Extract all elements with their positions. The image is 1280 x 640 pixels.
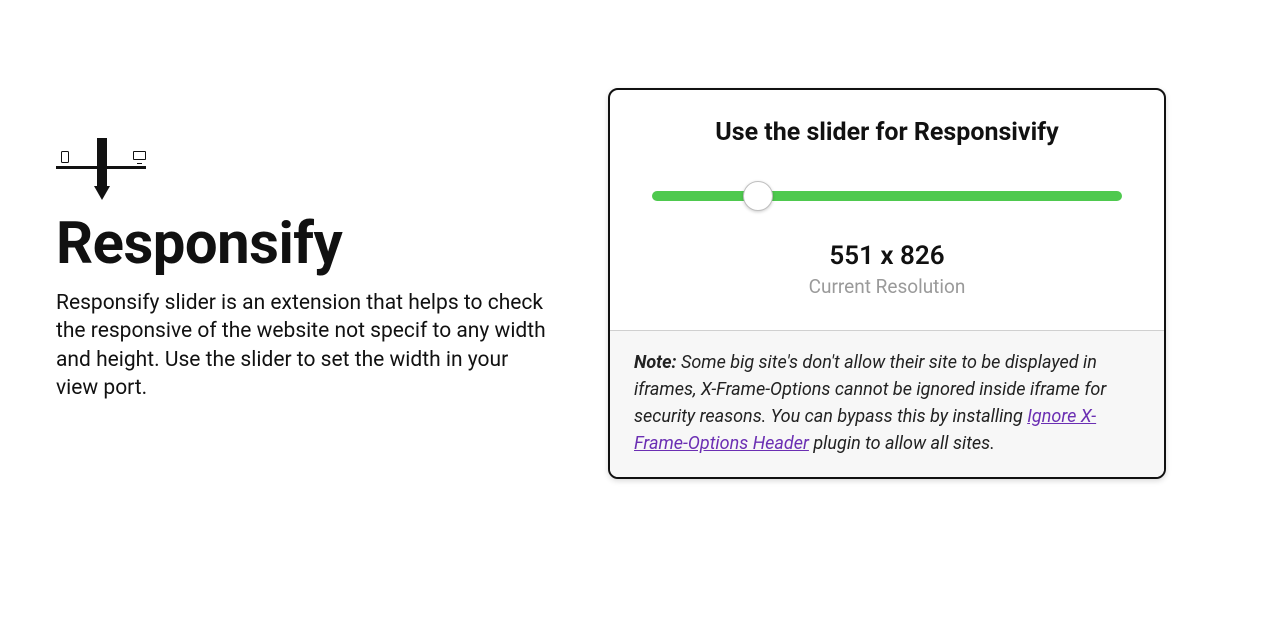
responsify-logo-icon xyxy=(56,130,146,206)
current-resolution-value: 551 x 826 xyxy=(644,241,1130,271)
current-resolution-label: Current Resolution xyxy=(644,275,1130,298)
width-slider[interactable] xyxy=(652,179,1122,211)
note-label: Note: xyxy=(634,352,677,373)
note-block: Note: Some big site's don't allow their … xyxy=(610,330,1164,477)
page-title: Responsify xyxy=(56,214,546,275)
note-text-after: plugin to allow all sites. xyxy=(809,433,995,454)
page-description: Responsify slider is an extension that h… xyxy=(56,289,546,402)
panel-title: Use the slider for Responsivify xyxy=(644,118,1130,147)
slider-thumb[interactable] xyxy=(743,181,773,211)
slider-track xyxy=(652,191,1122,201)
responsify-slider-panel: Use the slider for Responsivify 551 x 82… xyxy=(608,88,1166,479)
